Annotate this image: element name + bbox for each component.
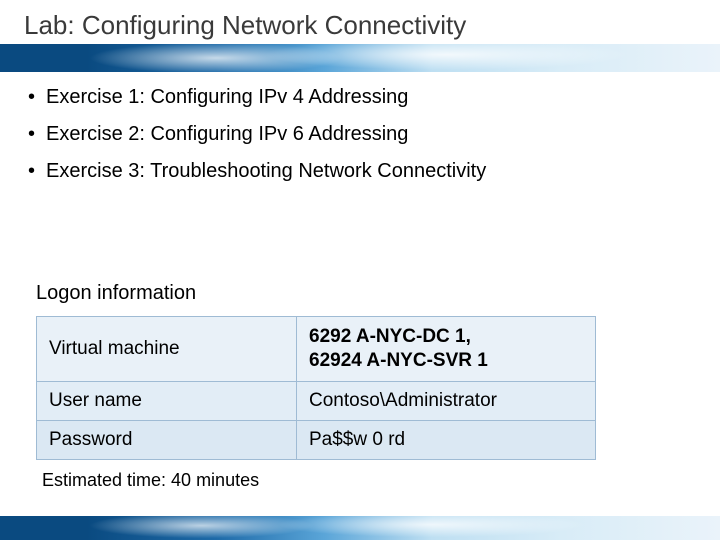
list-item: Exercise 1: Configuring IPv 4 Addressing: [28, 86, 692, 109]
slide-title: Lab: Configuring Network Connectivity: [24, 10, 466, 41]
table-cell-label: Virtual machine: [37, 317, 297, 382]
vm-value: 6292 A-NYC-DC 1, 62924 A-NYC-SVR 1: [309, 326, 488, 371]
logon-heading: Logon information: [36, 282, 196, 305]
list-item: Exercise 3: Troubleshooting Network Conn…: [28, 160, 692, 183]
table-cell-value: 6292 A-NYC-DC 1, 62924 A-NYC-SVR 1: [297, 317, 596, 382]
table-cell-label: User name: [37, 381, 297, 420]
header-band-decoration: [0, 44, 720, 72]
table-cell-value: Pa$$w 0 rd: [297, 420, 596, 459]
footer-band-decoration: [0, 516, 720, 540]
content-area: Exercise 1: Configuring IPv 4 Addressing…: [28, 86, 692, 197]
table-row: Password Pa$$w 0 rd: [37, 420, 596, 459]
slide: Lab: Configuring Network Connectivity Ex…: [0, 0, 720, 540]
list-item: Exercise 2: Configuring IPv 6 Addressing: [28, 123, 692, 146]
exercise-list: Exercise 1: Configuring IPv 4 Addressing…: [28, 86, 692, 183]
table-cell-label: Password: [37, 420, 297, 459]
logon-info-table: Virtual machine 6292 A-NYC-DC 1, 62924 A…: [36, 316, 596, 460]
table-row: Virtual machine 6292 A-NYC-DC 1, 62924 A…: [37, 317, 596, 382]
estimated-time: Estimated time: 40 minutes: [42, 470, 259, 491]
table-row: User name Contoso\Administrator: [37, 381, 596, 420]
table-cell-value: Contoso\Administrator: [297, 381, 596, 420]
